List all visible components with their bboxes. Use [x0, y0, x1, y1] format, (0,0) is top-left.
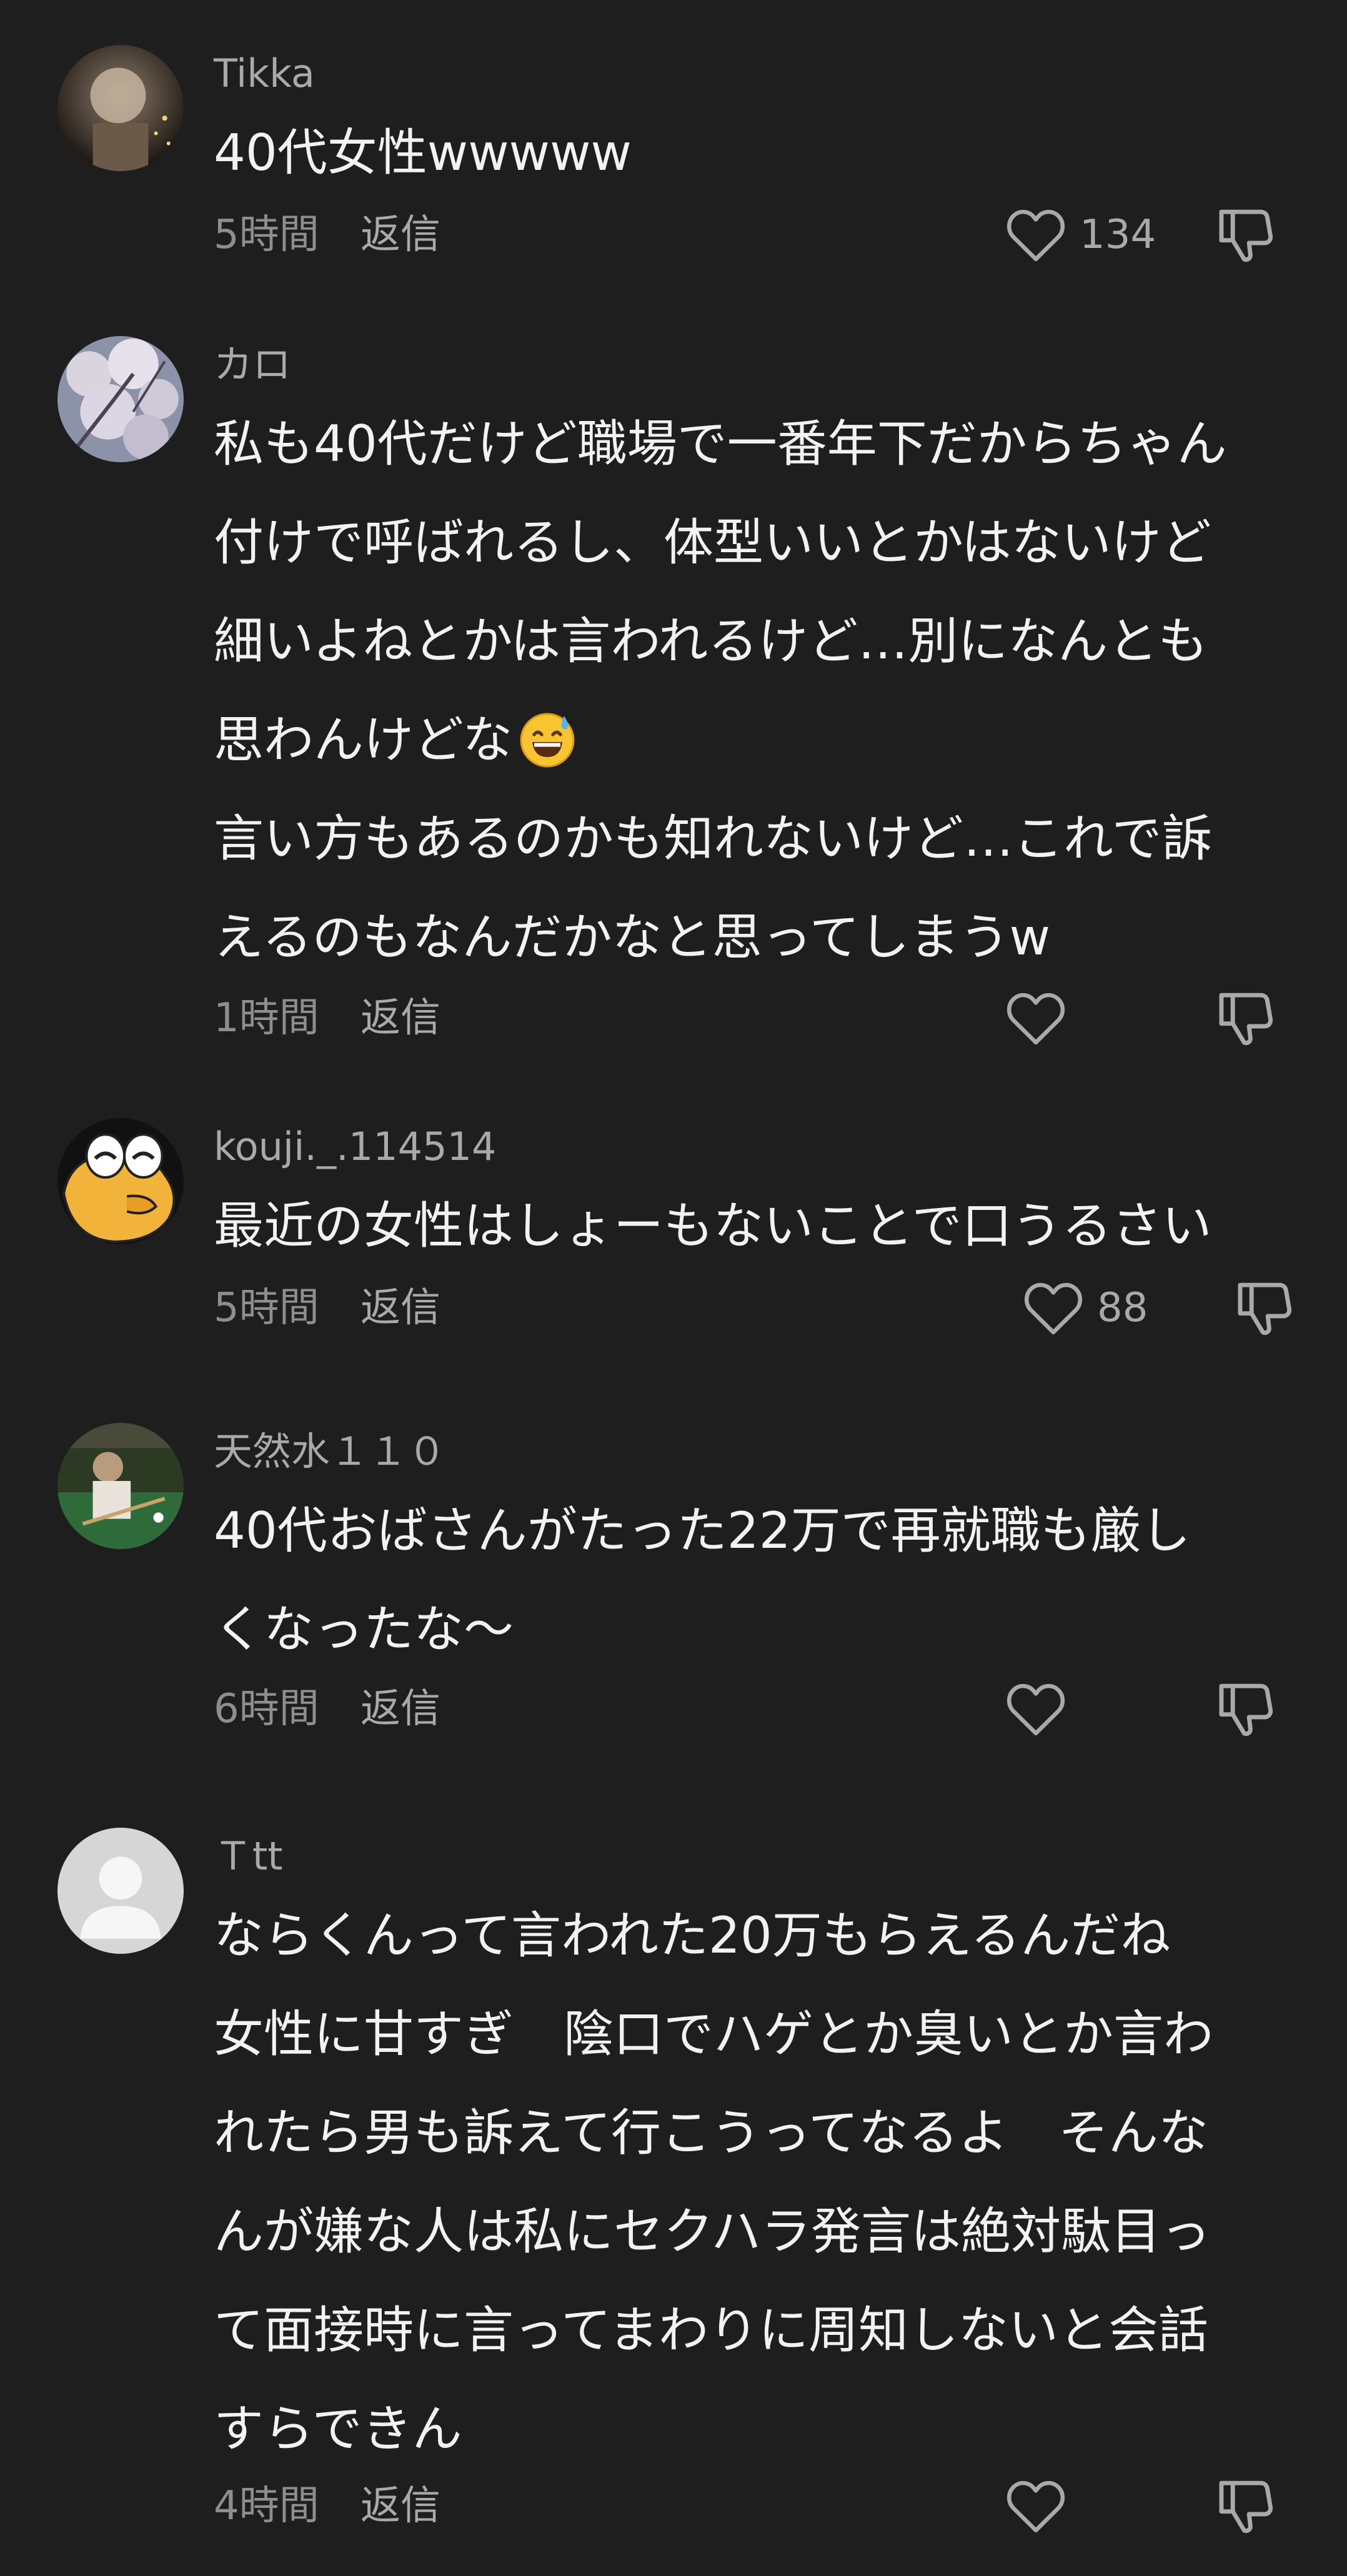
username[interactable]: kouji._.114514 [214, 1122, 496, 1172]
comment-line: て面接時に言ってまわりに周知しないと会話 [214, 2301, 1208, 2359]
comment-line: えるのもなんだかなと思ってしまうw [214, 908, 1051, 966]
dislike-button[interactable] [1213, 202, 1278, 267]
like-button[interactable]: 88 [1022, 1277, 1148, 1339]
comment-meta: 5時間 返信 [214, 204, 440, 266]
comment-text: ならくんって言われた20万もらえるんだね 女性に甘すぎ 陰口でハゲとか臭いとか言… [214, 1886, 1288, 2479]
username[interactable]: 天然水１１０ [214, 1427, 446, 1477]
reply-button[interactable]: 返信 [360, 1678, 440, 1740]
timestamp: 4時間 [214, 2483, 319, 2529]
comment-line: 最近の女性はしょーもないことで口うるさい [214, 1197, 1212, 1255]
timestamp: 5時間 [214, 1285, 319, 1331]
avatar[interactable] [57, 45, 184, 171]
grinning-sweat-emoji [520, 713, 575, 768]
timestamp: 5時間 [214, 212, 319, 258]
avatar[interactable] [57, 1828, 184, 1954]
comment-list: { "comments": [ { "username": "Tikka", "… [0, 0, 1347, 2576]
timestamp: 1時間 [214, 995, 319, 1041]
thumbs-down-outline-icon [1219, 2480, 1273, 2534]
comment-line: 付けで呼ばれるし、体型いいとかはないけど [214, 513, 1211, 572]
username[interactable]: Ｔtt [214, 1831, 283, 1881]
comment-line: ならくんって言われた20万もらえるんだね [214, 1906, 1171, 1964]
comment-meta: 1時間 返信 [214, 987, 440, 1049]
comment-text: 40代女性wwwww [214, 104, 1288, 202]
comment-line: 細いよねとかは言われるけど…別になんとも [214, 612, 1208, 670]
dislike-button[interactable] [1213, 2474, 1278, 2539]
like-count: 134 [1080, 212, 1156, 258]
comment-line: んが嫌な人は私にセクハラ発言は絶対駄目っ [214, 2202, 1211, 2261]
avatar[interactable] [57, 1423, 184, 1549]
avatar[interactable] [57, 336, 184, 462]
thumbs-down-outline-icon [1219, 1683, 1273, 1736]
username[interactable]: カロ [214, 340, 291, 390]
comment-line: くなったな〜 [214, 1600, 514, 1658]
avatar[interactable] [57, 1118, 184, 1244]
dislike-button[interactable] [1213, 1677, 1278, 1741]
heart-outline-icon [1024, 1282, 1083, 1335]
like-count: 88 [1097, 1285, 1148, 1331]
comment-line: 思わんけどな [214, 711, 513, 769]
comment-line: 女性に甘すぎ 陰口でハゲとか臭いとか言わ [214, 2005, 1213, 2063]
timestamp: 6時間 [214, 1686, 319, 1732]
username[interactable]: Tikka [214, 49, 315, 99]
comment-line: 40代女性wwwww [214, 124, 632, 182]
dislike-button[interactable] [1213, 986, 1278, 1051]
dislike-button[interactable] [1232, 1276, 1297, 1340]
reply-button[interactable]: 返信 [360, 987, 440, 1049]
comment-line: 私も40代だけど職場で一番年下だからちゃん [214, 415, 1227, 473]
comment-line: れたら男も訴えて行こうってなるよ そんな [214, 2104, 1208, 2162]
reply-button[interactable]: 返信 [360, 1277, 440, 1339]
heart-outline-icon [1007, 993, 1065, 1045]
like-button[interactable] [1005, 987, 1080, 1049]
comment-text: 40代おばさんがたった22万で再就職も厳し くなったな〜 [214, 1482, 1288, 1679]
heart-outline-icon [1007, 2480, 1065, 2533]
thumbs-down-outline-icon [1219, 993, 1273, 1046]
comment-line: 40代おばさんがたった22万で再就職も厳し [214, 1502, 1191, 1560]
heart-outline-icon [1007, 1683, 1065, 1736]
comment-line-with-emoji: 思わんけどな [214, 691, 1288, 790]
comment-meta: 5時間 返信 [214, 1277, 440, 1339]
comment-line: すらできん [214, 2400, 462, 2458]
thumbs-down-outline-icon [1238, 1282, 1292, 1335]
comment-meta: 6時間 返信 [214, 1678, 440, 1740]
like-button[interactable]: 134 [1005, 204, 1156, 266]
comment-line: 言い方もあるのかも知れないけど…これで訴 [214, 810, 1212, 868]
like-button[interactable] [1005, 1678, 1080, 1740]
heart-outline-icon [1007, 209, 1065, 262]
like-button[interactable] [1005, 2475, 1080, 2537]
reply-button[interactable]: 返信 [360, 2475, 440, 2537]
thumbs-down-outline-icon [1219, 209, 1273, 262]
comment-text: 私も40代だけど職場で一番年下だからちゃん 付けで呼ばれるし、体型いいとかはない… [214, 395, 1288, 987]
reply-button[interactable]: 返信 [360, 204, 440, 266]
comment-meta: 4時間 返信 [214, 2475, 440, 2537]
comment-text: 最近の女性はしょーもないことで口うるさい [214, 1177, 1288, 1276]
